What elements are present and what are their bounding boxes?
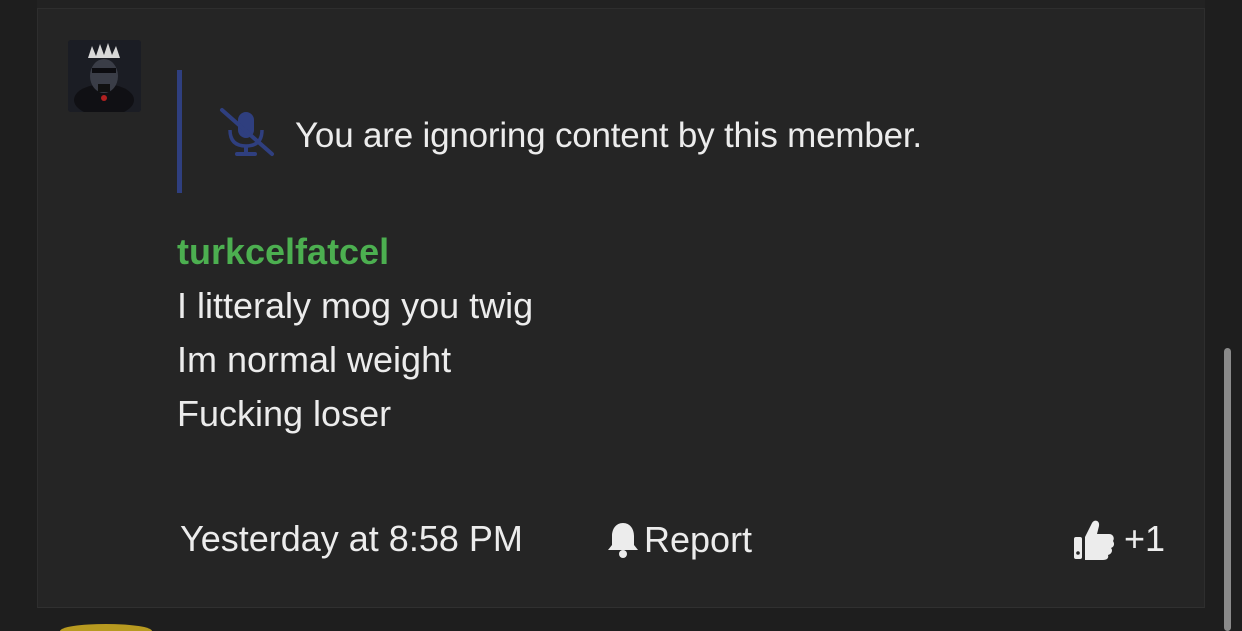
report-label: Report (644, 519, 753, 560)
post-timestamp[interactable]: Yesterday at 8:58 PM (180, 518, 523, 560)
message-line: Fucking loser (177, 393, 392, 434)
message-line: Im normal weight (177, 339, 452, 380)
avatar-image (68, 40, 141, 112)
report-button[interactable]: Report (606, 518, 752, 562)
message-line: I litteraly mog you twig (177, 285, 534, 326)
muted-microphone-icon (218, 106, 276, 158)
like-button[interactable]: +1 (1072, 516, 1165, 562)
bell-icon (608, 523, 638, 558)
scrollbar-thumb[interactable] (1224, 348, 1231, 631)
avatar[interactable] (68, 40, 141, 112)
reaction-count: +1 (1124, 518, 1166, 559)
next-post-avatar-edge (60, 624, 152, 631)
quote-bar (177, 70, 182, 193)
page: You are ignoring content by this member.… (0, 0, 1242, 631)
quoted-username[interactable]: turkcelfatcel (177, 231, 389, 273)
previous-post-edge (37, 0, 1205, 8)
ignore-notice: You are ignoring content by this member. (295, 116, 922, 155)
thumbs-up-icon (1074, 520, 1115, 560)
